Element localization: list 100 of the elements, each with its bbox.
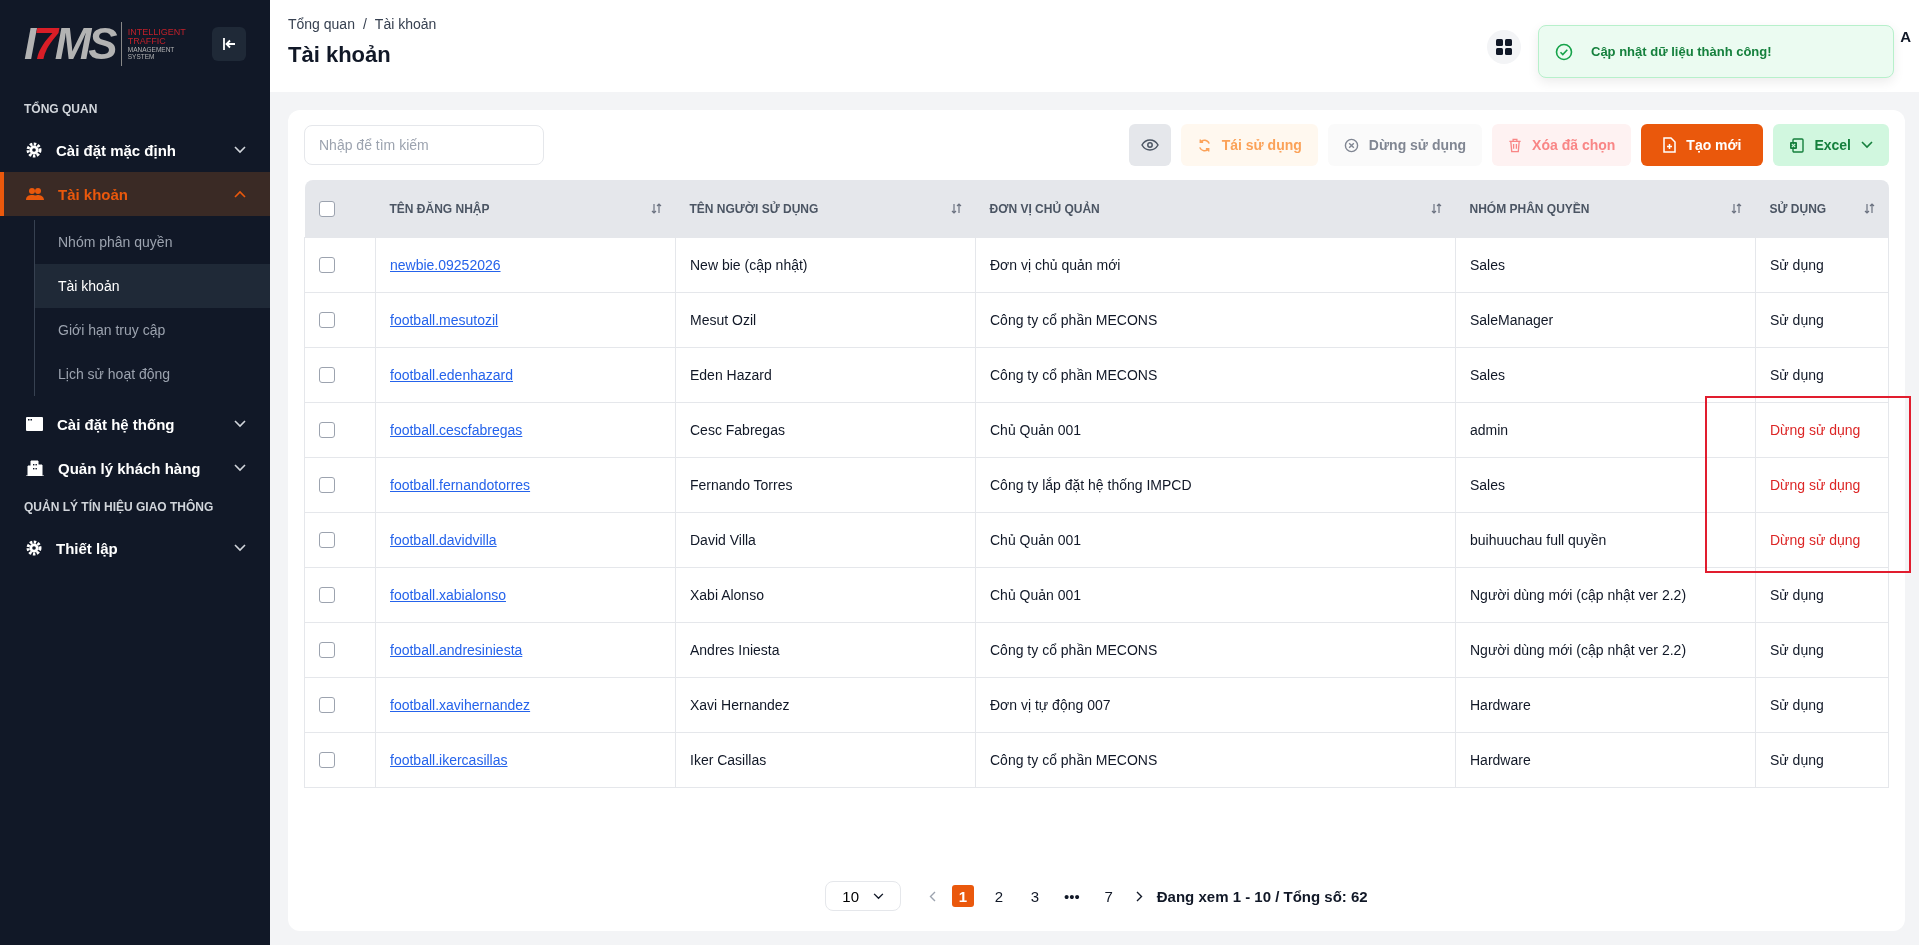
table-cell: buihuuchau full quyền: [1455, 512, 1756, 568]
nav-subitem[interactable]: Lịch sử hoạt động: [35, 352, 270, 396]
row-checkbox[interactable]: [319, 312, 335, 328]
table-cell: Đơn vị chủ quản mới: [975, 237, 1456, 293]
row-checkbox[interactable]: [319, 477, 335, 493]
logo-mark: I7MS: [24, 22, 122, 66]
page-button[interactable]: 3: [1024, 885, 1046, 907]
user-name[interactable]: A: [1900, 28, 1911, 45]
status-cell: Sử dụng: [1755, 292, 1889, 348]
username-link[interactable]: football.edenhazard: [390, 367, 513, 383]
table-cell: Sales: [1455, 457, 1756, 513]
status-cell: Dừng sử dụng: [1755, 402, 1889, 458]
row-checkbox[interactable]: [319, 752, 335, 768]
collapse-sidebar-button[interactable]: [212, 27, 246, 61]
cancel-icon: [1343, 137, 1359, 153]
nav-item[interactable]: Tài khoản: [0, 172, 270, 216]
grid-icon: [1496, 39, 1512, 55]
toast-message: Cập nhật dữ liệu thành công!: [1591, 44, 1772, 59]
status-cell: Sử dụng: [1755, 677, 1889, 733]
view-button[interactable]: [1128, 124, 1171, 166]
chevron-left-icon: [929, 890, 936, 902]
table-cell: Xabi Alonso: [675, 567, 976, 623]
username-link[interactable]: football.fernandotorres: [390, 477, 531, 493]
table-cell: Eden Hazard: [675, 347, 976, 403]
apps-button[interactable]: [1487, 30, 1521, 64]
logo-tagline: INTELLIGENT TRAFFIC: [127, 28, 186, 46]
username-link[interactable]: football.xavihernandez: [390, 697, 531, 713]
table-cell: Hardware: [1455, 732, 1756, 788]
page-button[interactable]: •••: [1060, 885, 1084, 907]
eye-icon: [1140, 139, 1159, 151]
excel-button[interactable]: Excel: [1773, 124, 1889, 166]
create-button[interactable]: Tạo mới: [1641, 124, 1764, 166]
new-file-icon: [1663, 137, 1677, 153]
refresh-icon: [1196, 137, 1212, 153]
nav-item[interactable]: Thiết lập: [0, 526, 270, 570]
table-cell: Andres Iniesta: [675, 622, 976, 678]
status-cell: Dừng sử dụng: [1755, 512, 1889, 568]
column-header[interactable]: SỬ DỤNG: [1755, 180, 1889, 238]
table-cell: New bie (cập nhật): [675, 237, 976, 293]
table-cell: SaleManager: [1455, 292, 1756, 348]
nav-subitem[interactable]: Giới hạn truy cập: [35, 308, 270, 352]
status-cell: Sử dụng: [1755, 732, 1889, 788]
table-cell: Người dùng mới (cập nhật ver 2.2): [1455, 622, 1756, 678]
row-checkbox[interactable]: [319, 532, 335, 548]
row-checkbox[interactable]: [319, 587, 335, 603]
trash-icon: [1508, 137, 1523, 153]
username-link[interactable]: newbie.09252026: [390, 257, 501, 273]
column-header[interactable]: NHÓM PHÂN QUYỀN: [1455, 180, 1756, 238]
chevron-right-icon: [1135, 890, 1143, 902]
status-cell: Sử dụng: [1755, 567, 1889, 623]
nav-item[interactable]: Quản lý khách hàng: [0, 446, 270, 490]
breadcrumb-item: Tài khoản: [374, 16, 437, 32]
username-link[interactable]: football.cescfabregas: [390, 422, 523, 438]
page-size-select[interactable]: 10: [825, 881, 901, 911]
table-cell: Chủ Quản 001: [975, 402, 1456, 458]
gear-icon: [26, 540, 42, 556]
table-cell: Công ty cổ phần MECONS: [975, 347, 1456, 403]
collapse-icon: [222, 37, 236, 51]
username-link[interactable]: football.mesutozil: [390, 312, 499, 328]
sort-icon: [1430, 203, 1442, 214]
select-all-checkbox[interactable]: [318, 200, 335, 217]
row-checkbox[interactable]: [319, 642, 335, 658]
gear-icon: [26, 142, 42, 158]
column-header[interactable]: ĐƠN VỊ CHỦ QUẢN: [975, 180, 1456, 238]
table-cell: Chủ Quản 001: [975, 512, 1456, 568]
nav-item[interactable]: Cài đặt hệ thống: [0, 402, 270, 446]
status-cell: Sử dụng: [1755, 237, 1889, 293]
nav-subitem[interactable]: Tài khoản: [35, 264, 270, 308]
table-cell: Cesc Fabregas: [675, 402, 976, 458]
spreadsheet-icon: [1789, 137, 1805, 153]
username-link[interactable]: football.xabialonso: [390, 587, 506, 603]
nav-subitem[interactable]: Nhóm phân quyền: [35, 220, 270, 264]
nav-item[interactable]: Cài đặt mặc định: [0, 128, 270, 172]
column-header[interactable]: TÊN NGƯỜI SỬ DỤNG: [675, 180, 976, 238]
table-cell: David Villa: [675, 512, 976, 568]
username-link[interactable]: football.ikercasillas: [390, 752, 508, 768]
page-button[interactable]: 2: [988, 885, 1010, 907]
username-link[interactable]: football.davidvilla: [390, 532, 497, 548]
nav-section-title: TỔNG QUAN: [23, 100, 99, 118]
page-button[interactable]: 7: [1097, 885, 1120, 907]
table-cell: Iker Casillas: [675, 732, 976, 788]
status-cell: Sử dụng: [1755, 622, 1889, 678]
row-checkbox[interactable]: [319, 257, 335, 273]
row-checkbox[interactable]: [319, 697, 335, 713]
page-button[interactable]: 1: [952, 885, 974, 907]
status-cell: Dừng sử dụng: [1755, 457, 1889, 513]
sort-icon: [1863, 203, 1875, 214]
search-field[interactable]: Nhập để tìm kiếm: [304, 125, 544, 165]
building-icon: [26, 460, 44, 476]
row-checkbox[interactable]: [319, 422, 335, 438]
row-checkbox[interactable]: [319, 367, 335, 383]
table-cell: Công ty cổ phần MECONS: [975, 292, 1456, 348]
status-cell: Sử dụng: [1755, 347, 1889, 403]
username-link[interactable]: football.andresiniesta: [390, 642, 523, 658]
table-cell: admin: [1455, 402, 1756, 458]
sort-icon: [1730, 203, 1742, 214]
breadcrumb-item[interactable]: Tổng quan: [288, 16, 355, 32]
table-cell: Fernando Torres: [675, 457, 976, 513]
sort-icon: [650, 203, 662, 214]
column-header[interactable]: TÊN ĐĂNG NHẬP: [375, 180, 676, 238]
